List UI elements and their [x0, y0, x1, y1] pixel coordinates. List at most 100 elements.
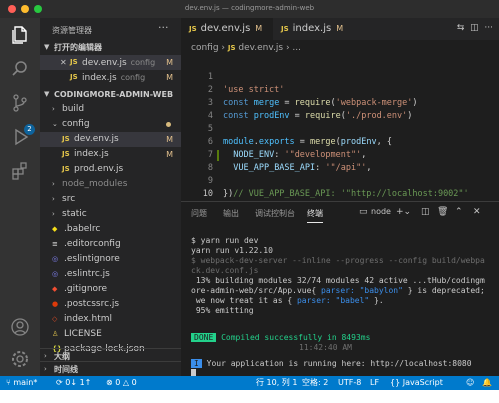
- tree-item-license[interactable]: ♙ LICENSE: [40, 327, 181, 342]
- tab-debug-console[interactable]: 调试控制台: [255, 208, 295, 219]
- terminal-line: yarn run v1.22.10: [191, 246, 273, 255]
- close-icon[interactable]: ✕: [60, 55, 67, 70]
- js-file-icon: JS: [189, 25, 197, 33]
- tree-item-dev-env[interactable]: JS dev.env.js M: [40, 132, 181, 147]
- sync-status[interactable]: ⟳ 0↓ 1↑: [56, 376, 91, 390]
- code-token: prodEnv: [340, 137, 377, 147]
- tab-problems[interactable]: 问题: [191, 208, 207, 219]
- tree-item-node-modules[interactable]: › node_modules: [40, 177, 181, 192]
- tree-label: index.js: [74, 149, 109, 159]
- postcss-file-icon: ●: [52, 300, 59, 308]
- tree-item-postcssrc[interactable]: ● .postcssrc.js: [40, 297, 181, 312]
- tree-item-editorconfig[interactable]: ≡ .editorconfig: [40, 237, 181, 252]
- branch-name: main*: [13, 378, 38, 387]
- more-actions-icon[interactable]: ···: [484, 23, 493, 33]
- split-editor-icon[interactable]: ◫: [470, 23, 479, 33]
- encoding[interactable]: UTF-8: [338, 376, 361, 390]
- tree-label: .babelrc: [64, 224, 101, 234]
- branch-icon: ⑂: [6, 378, 11, 387]
- extensions-icon[interactable]: [9, 160, 31, 182]
- babel-file-icon: ◆: [52, 225, 58, 233]
- tree-label: node_modules: [62, 179, 128, 189]
- breadcrumb-file[interactable]: dev.env.js: [238, 43, 283, 53]
- close-panel-icon[interactable]: ✕: [473, 207, 481, 217]
- breadcrumb-symbol[interactable]: ...: [292, 43, 301, 53]
- language-mode[interactable]: {} JavaScript: [390, 376, 443, 390]
- tree-item-index-js[interactable]: JS index.js M: [40, 147, 181, 162]
- title-bar: dev.env.js — codingmore-admin-web: [0, 0, 499, 18]
- more-actions-icon[interactable]: ···: [158, 21, 169, 34]
- account-icon[interactable]: [9, 316, 31, 338]
- code-token: 'webpack-merge': [335, 98, 413, 108]
- timeline-title: 时间线: [54, 365, 78, 374]
- trash-icon[interactable]: 🗑: [437, 207, 448, 217]
- indentation[interactable]: 空格: 2: [302, 376, 328, 390]
- tree-label: .postcssrc.js: [64, 299, 120, 309]
- feedback-icon[interactable]: ☺: [466, 376, 474, 390]
- end-of-line[interactable]: LF: [370, 376, 379, 390]
- git-added-gutter: [217, 150, 219, 161]
- timeline-section[interactable]: › 时间线: [40, 361, 181, 376]
- status-bar: ⑂ main* ⟳ 0↓ 1↑ ⊗ 0 △ 0 行 10, 列 1 空格: 2 …: [0, 376, 499, 390]
- open-editor-item[interactable]: JS index.js config M: [40, 70, 181, 85]
- tree-item-build[interactable]: › build: [40, 102, 181, 117]
- terminal-select[interactable]: node: [371, 207, 391, 216]
- compare-icon[interactable]: ⇆: [457, 23, 465, 33]
- project-section[interactable]: ▼ CODINGMORE-ADMIN-WEB: [40, 87, 181, 102]
- open-editor-item[interactable]: ✕ JS dev.env.js config M: [40, 55, 181, 70]
- sync-icon: ⟳: [56, 378, 63, 387]
- code-token: merge: [310, 137, 336, 147]
- project-title: CODINGMORE-ADMIN-WEB: [54, 90, 174, 99]
- search-icon[interactable]: [9, 58, 31, 80]
- tab-output[interactable]: 输出: [223, 208, 239, 219]
- modified-mark: M: [166, 58, 173, 67]
- branch-status[interactable]: ⑂ main*: [6, 376, 37, 390]
- tree-item-babelrc[interactable]: ◆ .babelrc: [40, 222, 181, 237]
- source-control-icon[interactable]: [9, 92, 31, 114]
- tree-item-src[interactable]: › src: [40, 192, 181, 207]
- terminal-text: parser: "babylon": [321, 286, 403, 295]
- maximize-panel-icon[interactable]: ⌃: [455, 207, 463, 217]
- chevron-right-icon: ›: [52, 195, 55, 203]
- tab-index-js[interactable]: JS index.js M: [273, 18, 353, 40]
- open-editor-name: index.js: [82, 73, 117, 83]
- js-file-icon: JS: [227, 44, 236, 52]
- terminal-text: ore-admin-web/src/App.vue{: [191, 286, 322, 295]
- tab-label: dev.env.js: [200, 23, 251, 34]
- files-icon[interactable]: [9, 24, 31, 46]
- code-token: }): [223, 189, 234, 199]
- tree-item-prod-env[interactable]: JS prod.env.js: [40, 162, 181, 177]
- terminal-text: Compiled successfully in 8493ms: [216, 333, 371, 342]
- info-badge: I: [191, 359, 202, 368]
- tree-label: config: [62, 119, 90, 129]
- run-debug-icon[interactable]: [9, 126, 31, 148]
- tree-item-eslintignore[interactable]: ◎ .eslintignore: [40, 252, 181, 267]
- bottom-margin: [0, 390, 499, 403]
- explorer-sidebar: 资源管理器 ··· ▼ 打开的编辑器 ✕ JS dev.env.js config…: [40, 18, 181, 376]
- terminal-line: 13% building modules 32/74 modules 42 ac…: [191, 276, 485, 285]
- settings-gear-icon[interactable]: [9, 348, 31, 370]
- cursor-position[interactable]: 行 10, 列 1: [256, 376, 297, 390]
- tree-item-index-html[interactable]: ◇ index.html: [40, 312, 181, 327]
- split-terminal-icon[interactable]: ◫: [421, 207, 430, 217]
- tree-item-static[interactable]: › static: [40, 207, 181, 222]
- tab-terminal[interactable]: 终端: [307, 208, 323, 223]
- tab-dev-env[interactable]: JS dev.env.js M: [181, 18, 273, 40]
- tree-item-gitignore[interactable]: ◆ .gitignore: [40, 282, 181, 297]
- braces-icon: {}: [390, 378, 401, 387]
- open-editors-section[interactable]: ▼ 打开的编辑器: [40, 40, 181, 55]
- terminal-line: DONE Compiled successfully in 8493ms: [191, 333, 491, 343]
- add-terminal-icon[interactable]: +⌄: [396, 207, 411, 217]
- terminal-line: I Your application is running here: http…: [191, 359, 491, 369]
- notifications-icon[interactable]: 🔔: [482, 376, 492, 390]
- breadcrumb-folder[interactable]: config: [191, 43, 219, 53]
- terminal-icon: ▭: [359, 207, 368, 217]
- code-token: merge: [253, 98, 280, 108]
- tree-item-eslintrc[interactable]: ◎ .eslintrc.js: [40, 267, 181, 282]
- modified-mark: M: [166, 135, 173, 144]
- chevron-down-icon: ▼: [44, 43, 50, 51]
- tree-item-config[interactable]: ⌄ config: [40, 117, 181, 132]
- problems-status[interactable]: ⊗ 0 △ 0: [106, 376, 137, 390]
- code-token: '"/api"': [325, 163, 367, 173]
- git-file-icon: ◆: [52, 285, 58, 293]
